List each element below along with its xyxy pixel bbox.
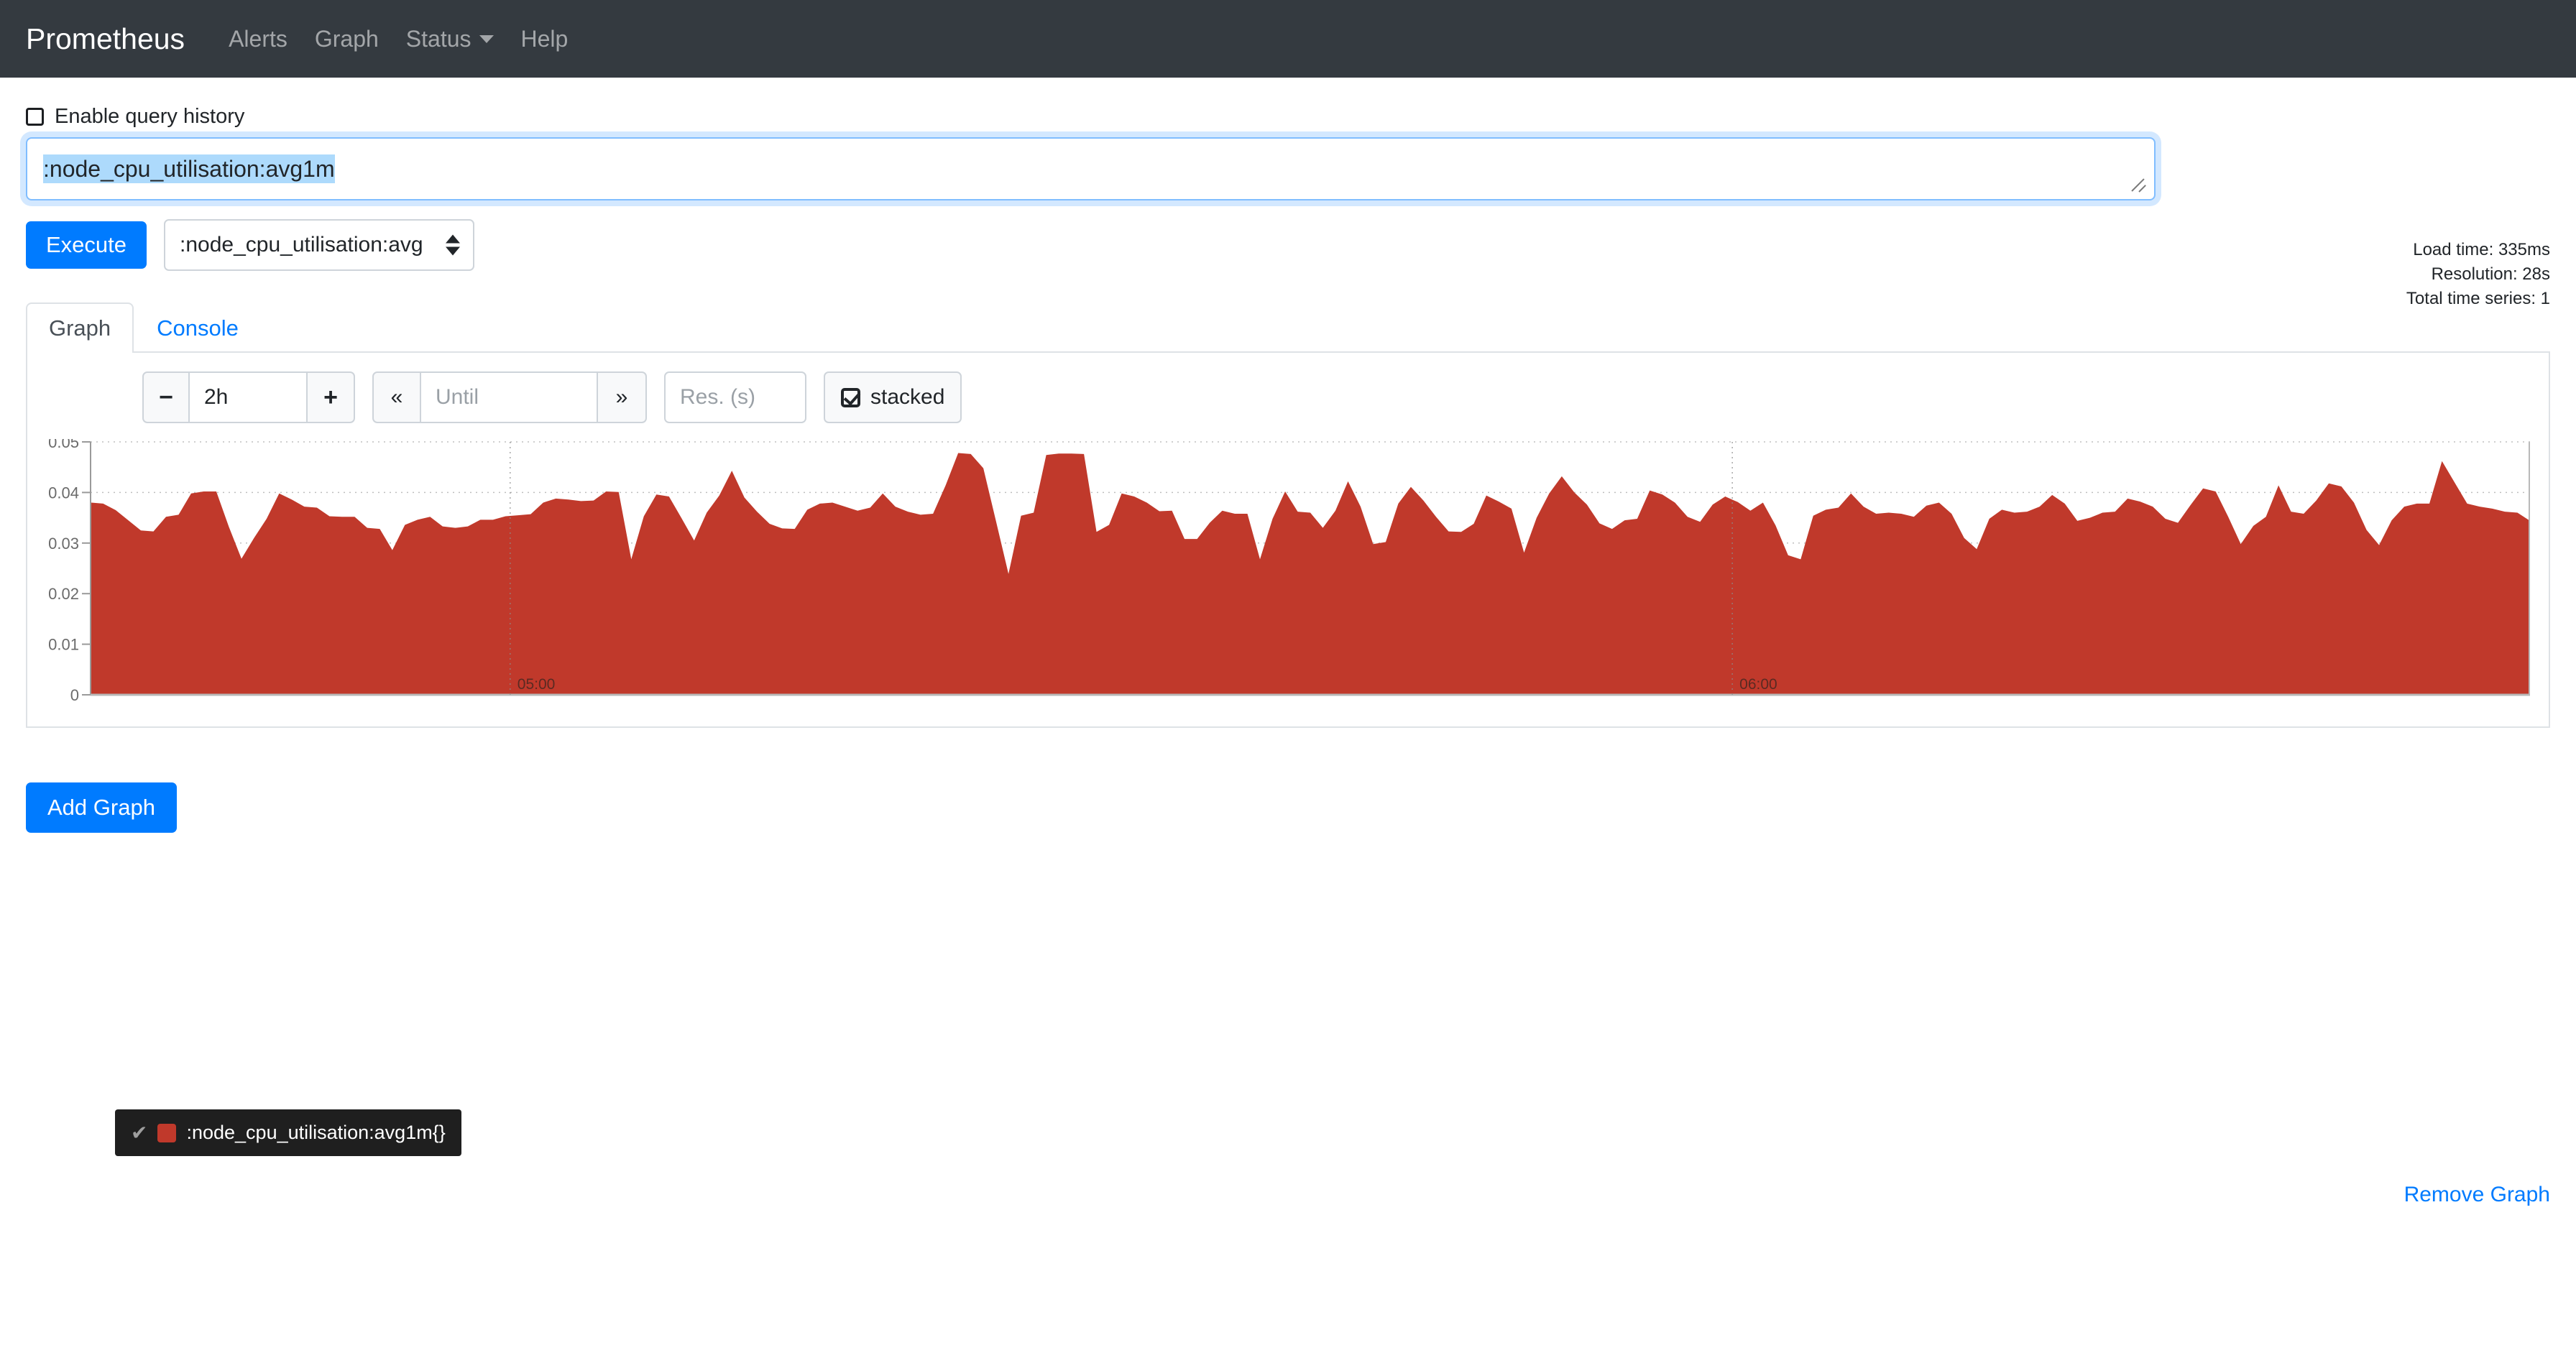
query-expression-input[interactable]: :node_cpu_utilisation:avg1m — [26, 137, 2156, 200]
nav-link-graph[interactable]: Graph — [301, 26, 392, 52]
resolution-input[interactable]: Res. (s) — [664, 371, 806, 423]
chart-area: 0 0.01 0.02 0.03 0.04 0.05 05:00 06:00 — [27, 439, 2549, 726]
nav-links: Alerts Graph Status Help — [215, 26, 581, 52]
time-navigator: « Until » — [372, 371, 647, 423]
checkbox-checked-icon — [841, 387, 860, 407]
execute-button[interactable]: Execute — [26, 221, 147, 269]
tab-graph-label: Graph — [49, 315, 111, 341]
metric-select-value: :node_cpu_utilisation:avg — [180, 233, 423, 257]
tabs: Graph Console — [26, 301, 2550, 353]
add-graph-wrap: Add Graph — [26, 782, 2550, 833]
enable-query-history-label: Enable query history — [55, 105, 245, 128]
stacked-toggle-label: stacked — [870, 385, 945, 409]
execute-row: Execute :node_cpu_utilisation:avg — [26, 219, 2550, 271]
legend-check-icon: ✔ — [131, 1122, 148, 1144]
svg-text:05:00: 05:00 — [518, 676, 556, 693]
nav-link-alerts[interactable]: Alerts — [215, 26, 301, 52]
tab-console[interactable]: Console — [134, 302, 262, 353]
legend-series-label: :node_cpu_utilisation:avg1m{} — [186, 1122, 446, 1143]
nav-link-help[interactable]: Help — [507, 26, 582, 52]
tab-graph[interactable]: Graph — [26, 302, 134, 353]
range-stepper: − 2h + — [142, 371, 355, 423]
svg-text:0.04: 0.04 — [48, 484, 79, 502]
range-input-value: 2h — [204, 385, 229, 409]
add-graph-button[interactable]: Add Graph — [26, 782, 177, 833]
svg-text:0.03: 0.03 — [48, 535, 79, 553]
page-container: Enable query history :node_cpu_utilisati… — [0, 78, 2576, 1206]
query-stats: Load time: 335ms Resolution: 28s Total t… — [2406, 238, 2550, 311]
nav-link-status-label: Status — [405, 25, 472, 52]
svg-text:06:00: 06:00 — [1739, 676, 1777, 693]
until-input-placeholder: Until — [436, 385, 479, 409]
svg-text:0.02: 0.02 — [48, 585, 79, 603]
metric-select[interactable]: :node_cpu_utilisation:avg — [164, 219, 475, 271]
range-input[interactable]: 2h — [190, 371, 308, 423]
resolution-input-placeholder: Res. (s) — [680, 385, 755, 409]
stat-load-time: Load time: 335ms — [2413, 240, 2550, 259]
enable-query-history-row[interactable]: Enable query history — [26, 78, 2550, 137]
textarea-resize-handle-icon[interactable] — [2130, 176, 2149, 195]
nav-link-alerts-label: Alerts — [229, 25, 288, 52]
chart-legend[interactable]: ✔ :node_cpu_utilisation:avg1m{} — [115, 1109, 461, 1156]
stat-total-time-series: Total time series: 1 — [2406, 289, 2550, 309]
navbar: Prometheus Alerts Graph Status Help — [0, 0, 2576, 78]
step-forward-icon[interactable]: » — [598, 371, 647, 423]
step-backward-icon[interactable]: « — [372, 371, 421, 423]
enable-query-history-checkbox[interactable] — [26, 108, 44, 126]
graph-panel: − 2h + « Until » Res. (s) stacked 0 0.01… — [26, 353, 2550, 728]
timeseries-chart[interactable]: 0 0.01 0.02 0.03 0.04 0.05 05:00 06:00 — [27, 439, 2531, 726]
svg-text:0: 0 — [70, 686, 79, 704]
query-expression-text: :node_cpu_utilisation:avg1m — [43, 154, 335, 183]
select-updown-icon — [446, 234, 461, 256]
decrease-range-button[interactable]: − — [142, 371, 190, 423]
chevron-down-icon — [479, 34, 494, 43]
remove-graph-link[interactable]: Remove Graph — [2404, 1183, 2550, 1207]
stat-resolution: Resolution: 28s — [2431, 264, 2550, 285]
brand-prometheus[interactable]: Prometheus — [26, 22, 185, 56]
until-input[interactable]: Until — [421, 371, 598, 423]
svg-text:0.01: 0.01 — [48, 636, 79, 654]
legend-color-swatch — [157, 1123, 177, 1142]
tab-console-label: Console — [157, 315, 239, 341]
graph-controls: − 2h + « Until » Res. (s) stacked — [142, 371, 2549, 423]
nav-link-graph-label: Graph — [314, 25, 379, 52]
svg-text:0.05: 0.05 — [48, 439, 79, 451]
nav-link-help-label: Help — [520, 25, 569, 52]
increase-range-button[interactable]: + — [308, 371, 355, 423]
stacked-toggle[interactable]: stacked — [824, 371, 962, 423]
nav-link-status[interactable]: Status — [392, 26, 507, 52]
query-input-wrap: :node_cpu_utilisation:avg1m — [26, 137, 2550, 200]
